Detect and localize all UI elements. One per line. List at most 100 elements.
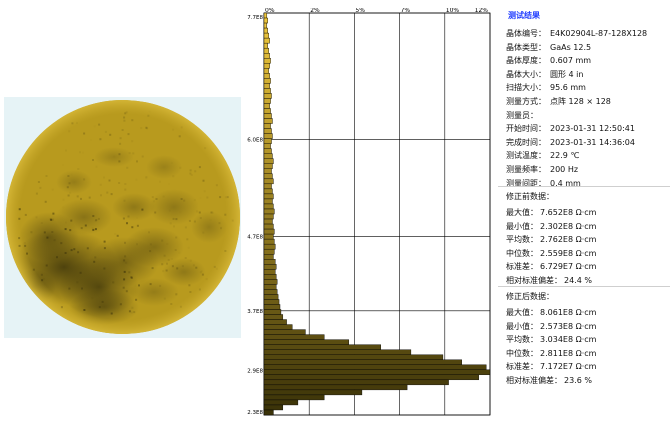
info-row: 晶体编号： E4K02904L-87-128X128 [506,27,647,41]
stat-value: 2.762E8 Ω·cm [540,235,597,245]
histogram-bar [263,409,274,416]
histogram-bar [263,27,268,34]
histogram-bar [263,42,268,49]
stat-label: 平均数： [506,335,538,345]
histogram-bar [263,218,273,225]
x-tick-label: 10% [446,8,460,14]
histogram-bar [263,264,277,270]
x-tick-label: 5% [355,8,365,14]
stat-value: 2.811E8 Ω·cm [540,348,597,358]
histogram-bar [263,188,273,195]
histogram-bar [263,138,272,144]
histogram-bar [263,243,276,250]
histogram-bar [263,78,271,84]
stat-value: 3.034E8 Ω·cm [540,335,597,345]
stat-label: 相对标准偏差： [506,376,562,385]
stat-row: 标准差： 7.172E7 Ω·cm [506,360,596,374]
histogram-bar [263,324,293,330]
info-label: 测量方式： [506,97,546,106]
resistivity-histogram: 0% 2% 5% 7% 10% 12% 7.7E8 6.0E8 4.7E8 3.7E8 2.9E8 2… [247,8,491,416]
histogram-bar [263,68,269,74]
info-label: 测量频率： [506,165,546,174]
info-label: 晶体厚度： [506,56,546,66]
stat-value: 2.573E8 Ω·cm [540,321,597,331]
info-value: 200 Hz [550,165,579,174]
info-value: 点阵 128 × 128 [550,97,611,106]
histogram-bar [263,269,276,275]
stat-row: 相对标准偏差： 23.6 % [506,374,592,388]
y-tick-label: 4.7E8 [247,234,263,240]
stat-label: 标准差： [506,362,538,372]
histogram-bar [263,289,278,295]
info-row: 开始时间： 2023-01-31 12:50:41 [506,122,635,136]
stat-label: 平均数： [506,235,538,245]
info-value: 2023-01-31 12:50:41 [550,124,635,134]
histogram-bar [263,304,281,310]
histogram-bar [263,173,273,180]
info-label: 晶体大小： [506,69,546,79]
histogram-bar [263,163,273,169]
x-tick-label: 12% [475,8,489,14]
stat-label: 相对标准偏差： [506,276,562,285]
histogram-bar [263,113,272,119]
x-tick-label: 0% [265,8,275,14]
histogram-bar [263,248,275,255]
histogram-bar [263,394,325,401]
stat-row: 中位数： 2.811E8 Ω·cm [506,347,596,361]
y-tick-label: 2.3E8 [247,410,263,416]
stat-label: 标准差： [506,262,538,272]
info-row: 完成时间： 2023-01-31 14:36:04 [506,136,635,150]
info-value: 2023-01-31 14:36:04 [550,137,635,147]
histogram-bar [263,93,272,99]
stat-value: 23.6 % [564,376,592,385]
histogram-bar [263,88,271,94]
histogram-bar [263,118,273,124]
info-value: 22.9 ℃ [550,151,580,161]
y-tick-label: 6.0E8 [247,138,263,144]
histogram-bar [263,213,274,220]
info-row: 测量方式： 点阵 128 × 128 [506,95,611,109]
histogram-bar [263,389,363,396]
histogram-bar [263,223,274,230]
info-row: 测量员： [506,109,542,123]
histogram-bar [263,354,444,360]
histogram-bar [263,198,273,205]
info-row: 测量间距： 0.4 mm [506,177,581,191]
stat-label: 最小值： [506,221,538,231]
info-row: 晶体类型： GaAs 12.5 [506,41,591,55]
histogram-bar [263,17,268,24]
histogram-bar [263,168,272,175]
histogram-bar [263,364,487,370]
info-row: 晶体大小： 圆形 4 in [506,68,583,82]
histogram-bar [263,133,273,139]
divider [498,186,670,187]
histogram-bar [263,233,274,240]
histogram-bar [263,344,381,350]
histogram-bar [263,339,349,345]
info-row: 晶体厚度： 0.607 mm [506,54,591,68]
histogram-bar [263,359,462,365]
after-correction-title: 修正后数据： [506,292,554,301]
stat-row: 平均数： 2.762E8 Ω·cm [506,233,596,247]
histogram-bar [263,178,274,185]
y-tick-label: 7.7E8 [247,15,263,21]
histogram-bar [263,108,271,114]
info-value: 圆形 4 in [550,69,584,79]
info-value: GaAs 12.5 [550,42,592,52]
histogram-bar [263,37,270,44]
info-row: 测量频率： 200 Hz [506,163,578,177]
before-correction-title: 修正前数据： [506,192,554,201]
histogram-bar [263,369,491,376]
stat-row: 标准差： 6.729E7 Ω·cm [506,260,596,274]
stat-row: 最大值： 8.061E8 Ω·cm [506,306,596,320]
results-panel: 测试结果 晶体编号： E4K02904L-87-128X128 晶体类型： GaAs … [494,0,671,426]
stat-row: 平均数： 3.034E8 Ω·cm [506,333,596,347]
divider [498,286,670,287]
wafer-map-panel [4,97,241,338]
histogram-bar [263,47,269,54]
stat-value: 6.729E7 Ω·cm [540,262,597,272]
histogram-bar [263,279,278,285]
histogram-bar [263,349,412,355]
stat-label: 中位数： [506,348,538,358]
histogram-bar [263,153,273,159]
